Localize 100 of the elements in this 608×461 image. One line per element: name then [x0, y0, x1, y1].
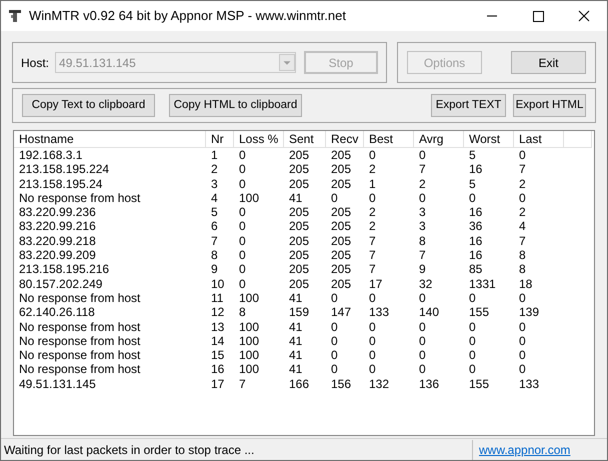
table-cell-text: 0: [418, 148, 427, 162]
table-cell-text: No response from host: [18, 348, 142, 362]
table-cell-text: 0: [518, 290, 527, 306]
table-cell-text: 166: [288, 376, 310, 392]
table-cell-text: No response from host: [18, 362, 142, 377]
export-text-button[interactable]: Export TEXT: [431, 94, 506, 117]
table-cell-text: 7: [368, 248, 377, 262]
window-title: WinMTR v0.92 64 bit by Appnor MSP - www.winmtr.net: [29, 7, 346, 26]
website-link[interactable]: www.appnor.com: [479, 440, 570, 458]
table-cell-text: 133: [368, 305, 390, 320]
table-cell-text: 1331: [468, 276, 497, 291]
table-cell-text: 140: [418, 305, 440, 320]
table-cell-text: 14: [210, 334, 226, 348]
table-cell-text: 155: [468, 376, 490, 392]
table-cell-text: 7: [210, 234, 219, 248]
table-cell-text: 213.158.195.216: [18, 262, 110, 277]
table-cell-text: 0: [518, 348, 527, 362]
status-text: Waiting for last packets in order to stop trace ...: [1, 440, 473, 460]
table-cell-text: 133: [518, 376, 540, 392]
table-cell-text: 12: [210, 305, 226, 320]
table-cell-text: 0: [518, 320, 527, 334]
table-cell-text: 0: [368, 190, 377, 206]
table-cell-text: 0: [518, 334, 527, 348]
table-cell-text: 36: [468, 219, 484, 234]
table-cell-text: 0: [238, 205, 247, 220]
column-header[interactable]: Last: [514, 131, 564, 148]
table-cell-text: 205: [330, 162, 352, 177]
table-cell-text: 5: [210, 205, 219, 220]
table-cell-text: 16: [210, 362, 226, 377]
table-cell-text: 205: [330, 219, 352, 234]
table-cell-text: 132: [368, 376, 390, 392]
table-cell-text: 205: [288, 262, 310, 277]
table-cell-text: 205: [288, 248, 310, 262]
table-cell-text: 80.157.202.249: [18, 276, 104, 291]
table-cell-text: 41: [288, 334, 304, 348]
table-cell-text: 205: [330, 176, 352, 191]
table-cell-text: 16: [468, 205, 484, 220]
table-cell-text: 41: [288, 362, 304, 377]
table-cell-text: 136: [418, 376, 440, 392]
table-cell-text: 2: [518, 205, 527, 220]
table-cell-text: 7: [418, 248, 427, 262]
table-cell-text: 3: [418, 205, 427, 220]
table-cell-text: 213.158.195.24: [18, 176, 104, 191]
column-header[interactable]: Nr: [206, 131, 234, 148]
table-cell-text: 3: [418, 219, 427, 234]
table-cell-text: 8: [518, 248, 527, 262]
table-cell-text: 7: [368, 262, 377, 277]
table-cell-text: 0: [518, 148, 527, 162]
table-cell-text: 7: [238, 376, 247, 392]
table-cell-text: 0: [368, 362, 377, 377]
table-cell-text: 1: [368, 176, 377, 191]
column-header[interactable]: Loss %: [234, 131, 284, 148]
column-header[interactable]: Recv: [326, 131, 364, 148]
table-cell-text: 0: [518, 190, 527, 206]
copy-html-button[interactable]: Copy HTML to clipboard: [169, 94, 302, 117]
table-cell-text: 0: [368, 320, 377, 334]
table-cell-text: 83.220.99.209: [18, 248, 97, 262]
export-html-button[interactable]: Export HTML: [513, 94, 586, 117]
table-cell-text: 100: [238, 320, 260, 334]
table-cell-text: 49.51.131.145: [18, 376, 97, 392]
table-cell-text: 0: [238, 219, 247, 234]
table-cell-text: 16: [468, 162, 484, 177]
table-cell-text: 8: [518, 262, 527, 277]
table-cell-text: 2: [418, 176, 427, 191]
table-cell-text: 8: [418, 234, 427, 248]
table-cell-text: 100: [238, 362, 260, 377]
table-cell-text: 0: [368, 348, 377, 362]
table-cell-text: 32: [418, 276, 434, 291]
table-cell-text: 0: [418, 290, 427, 306]
table-cell-text: 155: [468, 305, 490, 320]
table-cell-text: 85: [468, 262, 484, 277]
table-cell-text: 100: [238, 290, 260, 306]
column-header[interactable]: Best: [364, 131, 414, 148]
column-header[interactable]: Avrg: [414, 131, 464, 148]
table-cell-text: 205: [330, 276, 352, 291]
table-cell-text: 205: [330, 205, 352, 220]
table-cell-text: No response from host: [18, 190, 142, 206]
table-cell-text: 41: [288, 190, 304, 206]
table-cell-text: 9: [418, 262, 427, 277]
column-header[interactable]: Sent: [284, 131, 326, 148]
table-cell-text: No response from host: [18, 334, 142, 348]
table-cell-text: 205: [330, 262, 352, 277]
exit-button[interactable]: Exit: [511, 51, 586, 74]
table-cell-text: 1: [210, 148, 219, 162]
column-header[interactable]: Worst: [464, 131, 514, 148]
copy-text-button[interactable]: Copy Text to clipboard: [22, 94, 155, 117]
table-cell-text: 16: [468, 234, 484, 248]
app-icon: [8, 9, 22, 23]
table-cell-text: 0: [468, 320, 477, 334]
table-cell-text: 205: [288, 219, 310, 234]
table-cell-text: 147: [330, 305, 352, 320]
table-cell-text: 2: [368, 162, 377, 177]
table-cell-text: 4: [518, 219, 527, 234]
table-cell-text: 0: [238, 276, 247, 291]
table-cell-text: 2: [368, 205, 377, 220]
table-cell-text: 83.220.99.216: [18, 219, 97, 234]
column-header[interactable]: Hostname: [14, 131, 206, 148]
table-cell-text: 0: [238, 234, 247, 248]
table-cell-text: 2: [210, 162, 219, 177]
table-cell-text: 0: [418, 334, 427, 348]
